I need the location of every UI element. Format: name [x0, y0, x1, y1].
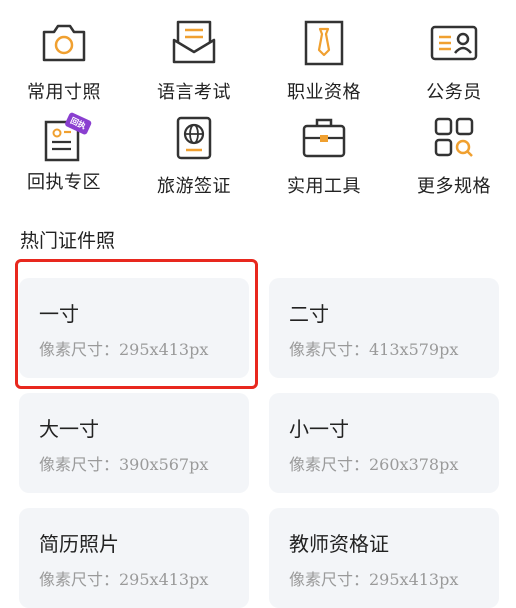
toolbox-icon [302, 118, 346, 158]
card-name: 大一寸 [39, 417, 99, 441]
category-label: 旅游签证 [157, 176, 231, 197]
category-civil-servant[interactable]: 公务员 [390, 20, 516, 104]
card-size: 像素尺寸：295x413px [39, 340, 209, 359]
card-name: 二寸 [289, 302, 329, 326]
category-label: 更多规格 [417, 176, 491, 197]
category-label: 职业资格 [287, 82, 361, 103]
category-label: 语言考试 [157, 82, 231, 103]
category-more-specs[interactable]: 更多规格 [390, 116, 516, 198]
card-two-inch[interactable]: 二寸 像素尺寸：413x579px [269, 278, 499, 378]
camera-icon [42, 24, 86, 62]
card-size: 像素尺寸：413x579px [289, 340, 459, 359]
category-label: 实用工具 [287, 176, 361, 197]
passport-icon [176, 116, 212, 160]
category-label: 常用寸照 [27, 82, 101, 103]
card-name: 教师资格证 [289, 532, 389, 556]
id-card-icon [430, 25, 478, 61]
category-professional-qualification[interactable]: 职业资格 [260, 20, 388, 104]
envelope-icon [172, 20, 216, 64]
card-teacher-certificate[interactable]: 教师资格证 像素尺寸：295x413px [269, 508, 499, 608]
category-language-exam[interactable]: 语言考试 [130, 20, 258, 104]
category-practical-tools[interactable]: 实用工具 [260, 116, 388, 198]
card-name: 小一寸 [289, 417, 349, 441]
card-size: 像素尺寸：390x567px [39, 455, 209, 474]
category-common-photo[interactable]: 常用寸照 [0, 20, 128, 104]
category-label: 回执专区 [27, 172, 101, 193]
tie-icon [304, 20, 344, 66]
category-receipt-zone[interactable]: 回执 回执专区 [0, 112, 128, 194]
card-size: 像素尺寸：260x378px [289, 455, 459, 474]
grid-more-icon [434, 117, 474, 157]
section-title-popular: 热门证件照 [20, 230, 116, 252]
card-name: 简历照片 [39, 532, 119, 556]
card-name: 一寸 [39, 302, 79, 326]
card-size: 像素尺寸：295x413px [289, 570, 459, 589]
category-label: 公务员 [426, 82, 482, 103]
card-size: 像素尺寸：295x413px [39, 570, 209, 589]
card-resume-photo[interactable]: 简历照片 像素尺寸：295x413px [19, 508, 249, 608]
category-travel-visa[interactable]: 旅游签证 [130, 116, 258, 198]
card-large-one-inch[interactable]: 大一寸 像素尺寸：390x567px [19, 393, 249, 493]
card-one-inch[interactable]: 一寸 像素尺寸：295x413px [19, 278, 249, 378]
card-small-one-inch[interactable]: 小一寸 像素尺寸：260x378px [269, 393, 499, 493]
